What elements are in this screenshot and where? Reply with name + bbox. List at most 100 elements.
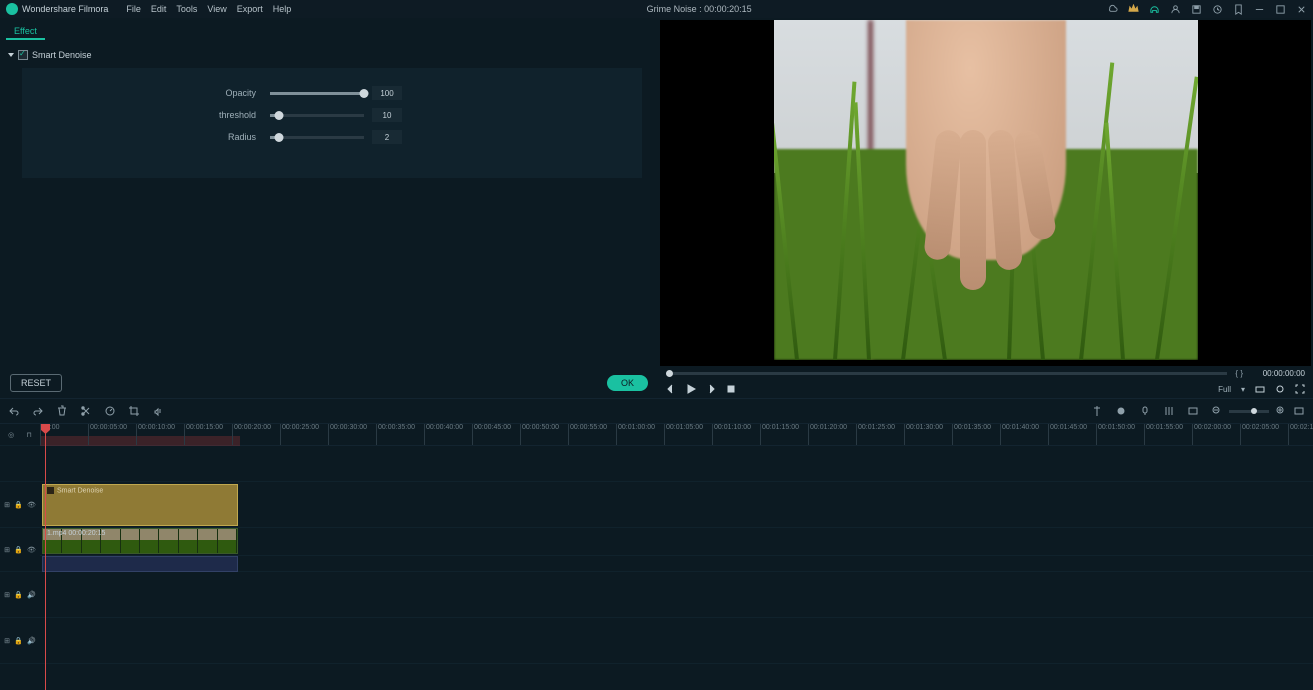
seek-brackets: { } <box>1235 369 1243 378</box>
clip-smart-denoise[interactable]: Smart Denoise <box>42 484 238 526</box>
menu-tools[interactable]: Tools <box>176 4 197 14</box>
ruler-tick: 00:00:25:00 <box>280 424 319 445</box>
bookmark-icon[interactable] <box>1233 4 1244 15</box>
preview-viewport <box>660 20 1311 366</box>
menu-file[interactable]: File <box>126 4 141 14</box>
clock-icon[interactable] <box>1212 4 1223 15</box>
lock-icon[interactable]: 🔒 <box>14 546 23 554</box>
speaker-icon[interactable]: 🔊 <box>27 591 36 599</box>
clip-audio[interactable] <box>42 556 238 572</box>
enable-checkbox[interactable] <box>18 50 28 60</box>
collapse-icon[interactable] <box>8 53 14 57</box>
mixer-icon[interactable] <box>1163 405 1175 417</box>
track-header-column: ◎ ⊓ ⊞🔒👁 ⊞🔒👁 ⊞🔒🔊 ⊞🔒🔊 <box>0 424 40 690</box>
ruler-tick: 00:00:40:00 <box>424 424 463 445</box>
play-icon[interactable] <box>686 384 696 394</box>
menu-help[interactable]: Help <box>273 4 292 14</box>
save-icon[interactable] <box>1191 4 1202 15</box>
clip-toggle-icon[interactable] <box>47 487 54 494</box>
tracks-area[interactable]: 00:0000:00:05:0000:00:10:0000:00:15:0000… <box>40 424 1313 690</box>
close-icon[interactable] <box>1296 4 1307 15</box>
render-icon[interactable] <box>1187 405 1199 417</box>
track-spacer <box>40 446 1313 482</box>
track-video-audio[interactable] <box>40 556 1313 572</box>
marker-icon[interactable] <box>1091 405 1103 417</box>
track-video-header: ⊞🔒👁 <box>0 528 40 572</box>
playhead[interactable] <box>45 424 46 690</box>
menu-export[interactable]: Export <box>237 4 263 14</box>
threshold-slider[interactable] <box>270 114 364 117</box>
seek-bar[interactable] <box>666 372 1227 375</box>
crop-icon[interactable] <box>128 405 140 417</box>
redo-icon[interactable] <box>32 405 44 417</box>
prev-frame-icon[interactable] <box>666 384 676 394</box>
eye-icon[interactable]: 👁 <box>27 501 36 509</box>
ruler-tick: 00:00:30:00 <box>328 424 367 445</box>
track-audio-2[interactable] <box>40 618 1313 664</box>
panel-buttons: RESET OK <box>0 368 658 398</box>
ruler-tick: 00:00:50:00 <box>520 424 559 445</box>
track-video[interactable]: 1.mp4 00:00:20:15 <box>40 528 1313 556</box>
time-ruler[interactable]: 00:0000:00:05:0000:00:10:0000:00:15:0000… <box>40 424 1313 446</box>
zoom-out-icon[interactable] <box>1211 405 1223 417</box>
menu-view[interactable]: View <box>207 4 226 14</box>
menu-edit[interactable]: Edit <box>151 4 167 14</box>
cloud-icon[interactable] <box>1107 4 1118 15</box>
eye-icon[interactable]: 👁 <box>27 546 36 554</box>
opacity-slider[interactable] <box>270 92 364 95</box>
fullscreen-icon[interactable] <box>1295 384 1305 394</box>
project-label: Grime Noise : 00:00:20:15 <box>291 4 1107 14</box>
params-panel: Opacity threshold Radius <box>22 68 642 178</box>
ruler-tick: 00:00:20:00 <box>232 424 271 445</box>
headphones-icon[interactable] <box>1149 4 1160 15</box>
total-time: 00:00:00:00 <box>1251 369 1305 378</box>
undo-icon[interactable] <box>8 405 20 417</box>
lock-icon[interactable]: 🔒 <box>14 591 23 599</box>
ok-button[interactable]: OK <box>607 375 648 391</box>
clip-video[interactable]: 1.mp4 00:00:20:15 <box>42 528 238 554</box>
ruler-tick: 00:01:45:00 <box>1048 424 1087 445</box>
next-frame-icon[interactable] <box>706 384 716 394</box>
reset-button[interactable]: RESET <box>10 374 62 392</box>
preview-controls: Full ▾ <box>658 380 1313 398</box>
minimize-icon[interactable] <box>1254 4 1265 15</box>
stop-icon[interactable] <box>726 384 736 394</box>
timeline: ◎ ⊓ ⊞🔒👁 ⊞🔒👁 ⊞🔒🔊 ⊞🔒🔊 00:0000:00:05:0000:0… <box>0 424 1313 690</box>
ruler-tick: 00:00:15:00 <box>184 424 223 445</box>
zoom-slider[interactable] <box>1229 410 1269 413</box>
ruler-tick: 00:01:00:00 <box>616 424 655 445</box>
zoom-in-icon[interactable] <box>1275 405 1287 417</box>
track-effect[interactable]: Smart Denoise <box>40 482 1313 528</box>
ruler-tick: 00:01:50:00 <box>1096 424 1135 445</box>
ruler-tick: 00:00:05:00 <box>88 424 127 445</box>
account-icon[interactable] <box>1170 4 1181 15</box>
quality-select[interactable]: Full <box>1218 385 1231 394</box>
audio-icon[interactable] <box>152 405 164 417</box>
opacity-value[interactable] <box>372 86 402 100</box>
radius-slider[interactable] <box>270 136 364 139</box>
track-audio-1[interactable] <box>40 572 1313 618</box>
ruler-tick: 00:01:55:00 <box>1144 424 1183 445</box>
settings-icon[interactable] <box>1275 384 1285 394</box>
threshold-value[interactable] <box>372 108 402 122</box>
ruler-tick: 00:01:05:00 <box>664 424 703 445</box>
radius-value[interactable] <box>372 130 402 144</box>
ruler-tick: 00:02:10:00 <box>1288 424 1313 445</box>
section-smart-denoise[interactable]: Smart Denoise <box>6 46 652 64</box>
section-title: Smart Denoise <box>32 50 92 60</box>
lock-icon[interactable]: 🔒 <box>14 501 23 509</box>
split-icon[interactable] <box>80 405 92 417</box>
magnet-icon[interactable]: ⊓ <box>26 431 31 439</box>
tab-effect[interactable]: Effect <box>6 22 45 40</box>
voiceover-icon[interactable] <box>1139 405 1151 417</box>
speed-icon[interactable] <box>104 405 116 417</box>
target-icon[interactable]: ◎ <box>8 431 14 439</box>
zoom-fit-icon[interactable] <box>1293 405 1305 417</box>
snapshot-icon[interactable] <box>1255 384 1265 394</box>
chevron-down-icon[interactable]: ▾ <box>1241 385 1245 394</box>
ruler-tick: 00:01:25:00 <box>856 424 895 445</box>
crown-icon[interactable] <box>1128 4 1139 15</box>
record-icon[interactable] <box>1115 405 1127 417</box>
maximize-icon[interactable] <box>1275 4 1286 15</box>
delete-icon[interactable] <box>56 405 68 417</box>
